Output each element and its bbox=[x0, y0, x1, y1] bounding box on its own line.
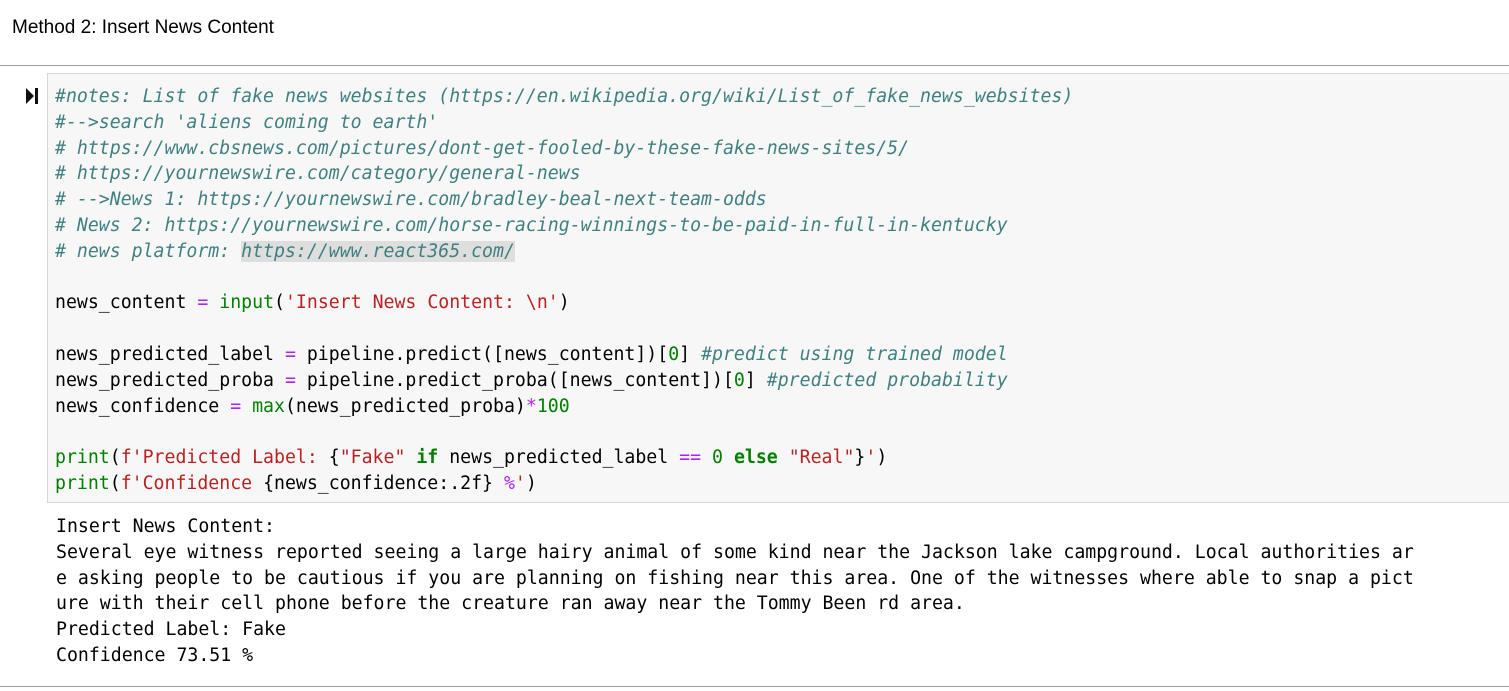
token-string: ' bbox=[865, 447, 877, 469]
code-line-confidence: news_confidence = max(news_predicted_pro… bbox=[55, 394, 1073, 420]
token-code: pipeline.predict_proba([news_content])[ bbox=[295, 369, 734, 391]
code-comment-line: #notes: List of fake news websites (http… bbox=[55, 86, 1074, 107]
token-code: news_predicted_label bbox=[438, 447, 680, 469]
token-builtin: input bbox=[219, 292, 275, 314]
code-line-input: news_content = input('Insert News Conten… bbox=[55, 290, 1073, 316]
markdown-cell[interactable]: Method 2: Insert News Content bbox=[0, 0, 1509, 62]
code-comment-line: # https://www.cbsnews.com/pictures/dont-… bbox=[55, 137, 910, 159]
token-keyword: else bbox=[733, 447, 778, 469]
run-cell-icon[interactable] bbox=[26, 88, 39, 104]
token-number: 0 bbox=[668, 343, 680, 365]
token-keyword: if bbox=[416, 447, 439, 469]
code-comment-line: # https://yournewswire.com/category/gene… bbox=[55, 163, 581, 185]
token-string: f'Confidence bbox=[120, 472, 264, 494]
token-paren: ( bbox=[274, 292, 285, 314]
token-operator: = bbox=[284, 343, 296, 365]
token-brace: { bbox=[328, 447, 340, 469]
token-brace: } bbox=[854, 447, 866, 469]
token-string: "Fake" bbox=[339, 447, 406, 469]
token-var: news_content bbox=[55, 292, 198, 314]
token-operator: == bbox=[679, 447, 702, 469]
code-comment-line: #-->search 'aliens coming to earth' bbox=[55, 111, 439, 133]
token-code: pipeline.predict([news_content])[ bbox=[295, 343, 669, 365]
code-editor[interactable]: #notes: List of fake news websites (http… bbox=[55, 84, 1073, 497]
comment-prefix: # news platform: bbox=[55, 240, 242, 262]
token-comment: #predict using trained model bbox=[701, 343, 1008, 365]
token-builtin: print bbox=[55, 472, 110, 494]
cell-output: Insert News Content: Several eye witness… bbox=[56, 514, 1414, 669]
output-line: Insert News Content: bbox=[56, 516, 275, 537]
code-line-print-confidence: print(f'Confidence {news_confidence:.2f}… bbox=[55, 471, 1073, 497]
output-line: Confidence 73.51 % bbox=[56, 644, 254, 666]
token-paren: ) bbox=[525, 472, 537, 494]
code-line-predict: news_predicted_label = pipeline.predict(… bbox=[55, 342, 1073, 368]
selected-url: https://www.react365.com/ bbox=[241, 240, 515, 262]
token-code: (news_predicted_proba) bbox=[284, 395, 526, 417]
code-line-predict-proba: news_predicted_proba = pipeline.predict_… bbox=[55, 368, 1073, 394]
token-builtin: max bbox=[252, 395, 285, 417]
token-string: ' bbox=[514, 472, 526, 494]
token-operator: = bbox=[284, 369, 296, 391]
token-builtin: print bbox=[55, 447, 110, 469]
token-string: f'Predicted Label: bbox=[120, 447, 329, 469]
token-code: ] bbox=[679, 343, 702, 365]
code-line-print-label: print(f'Predicted Label: {"Fake" if news… bbox=[55, 445, 1073, 471]
token-string: 'Insert News Content: \n' bbox=[284, 292, 559, 314]
cell-divider-bottom bbox=[0, 686, 1509, 687]
token-operator: * bbox=[525, 395, 537, 417]
token-paren: ( bbox=[109, 472, 121, 494]
output-line: Several eye witness reported seeing a la… bbox=[56, 541, 1414, 563]
output-line: Predicted Label: Fake bbox=[56, 619, 286, 641]
token-number: 100 bbox=[536, 395, 570, 417]
output-line: e asking people to be cautious if you ar… bbox=[56, 567, 1414, 589]
code-comment-line: # -->News 1: https://yournewswire.com/br… bbox=[55, 189, 767, 211]
token-code: news_predicted_proba bbox=[55, 369, 285, 391]
token-number: 0 bbox=[733, 369, 745, 391]
token-paren: ) bbox=[558, 292, 570, 314]
code-comment-line: # News 2: https://yournewswire.com/horse… bbox=[55, 214, 1008, 236]
code-comment-line: # news platform: https://www.react365.co… bbox=[55, 239, 1073, 265]
token-paren: ) bbox=[876, 447, 888, 469]
markdown-heading: Method 2: Insert News Content bbox=[12, 17, 274, 38]
token-string: "Real" bbox=[788, 447, 855, 469]
output-line: ure with their cell phone before the cre… bbox=[56, 593, 965, 615]
cell-divider-top bbox=[0, 65, 1509, 66]
token-operator: = bbox=[197, 292, 209, 314]
token-comment: #predicted probability bbox=[766, 369, 1008, 391]
token-code: news_predicted_label bbox=[55, 343, 285, 365]
token-code: ] bbox=[744, 369, 767, 391]
token-operator: = bbox=[230, 395, 242, 417]
token-code: {news_confidence:.2f} bbox=[263, 472, 494, 494]
token-code: news_confidence bbox=[55, 395, 231, 417]
token-number: 0 bbox=[712, 447, 723, 469]
token-percent: % bbox=[503, 472, 515, 494]
token-paren: ( bbox=[109, 447, 121, 469]
